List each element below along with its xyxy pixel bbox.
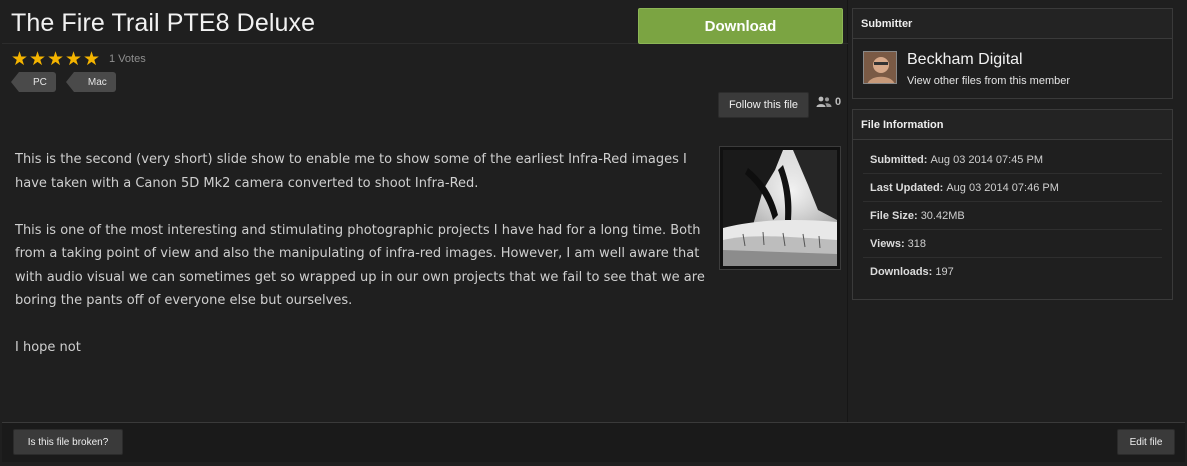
file-description: This is the second (very short) slide sh… [15, 148, 715, 383]
rating[interactable]: ★ ★ ★ ★ ★ 1 Votes [11, 50, 146, 69]
footer-bar [2, 422, 1185, 462]
page-title: The Fire Trail PTE8 Deluxe [11, 9, 316, 37]
info-value: 30.42MB [920, 209, 965, 222]
submitter-heading: Submitter [853, 9, 1172, 39]
star-icon[interactable]: ★ [83, 50, 101, 69]
info-label: Last Updated: [870, 181, 944, 194]
file-information-panel: File Information Submitted: Aug 03 2014 … [852, 109, 1173, 300]
report-broken-button[interactable]: Is this file broken? [13, 429, 123, 455]
infrared-tree-image [723, 150, 837, 266]
followers-number: 0 [835, 96, 842, 108]
user-group-icon [816, 96, 832, 107]
info-row-file-size: File Size: 30.42MB [863, 202, 1162, 230]
info-label: Submitted: [870, 153, 928, 166]
tag-mac[interactable]: Mac [65, 72, 116, 92]
info-row-submitted: Submitted: Aug 03 2014 07:45 PM [863, 146, 1162, 174]
view-other-files-link[interactable]: View other files from this member [907, 75, 1070, 87]
file-screenshot-thumbnail[interactable] [719, 146, 841, 270]
submitter-name[interactable]: Beckham Digital [907, 51, 1023, 69]
star-icon[interactable]: ★ [29, 50, 47, 69]
star-icon[interactable]: ★ [65, 50, 83, 69]
info-label: File Size: [870, 209, 918, 222]
star-icon[interactable]: ★ [11, 50, 29, 69]
submitter-panel: Submitter Beckham Digital View other fil… [852, 8, 1173, 99]
avatar[interactable] [863, 51, 897, 84]
info-value: Aug 03 2014 07:45 PM [930, 153, 1043, 166]
votes-count: 1 Votes [109, 53, 146, 65]
description-paragraph: I hope not [15, 340, 81, 355]
file-information-list: Submitted: Aug 03 2014 07:45 PM Last Upd… [853, 140, 1172, 286]
info-row-downloads: Downloads: 197 [863, 258, 1162, 286]
download-button[interactable]: Download [638, 8, 843, 44]
info-label: Views: [870, 237, 905, 250]
followers-count[interactable]: 0 [816, 96, 841, 108]
file-information-heading: File Information [853, 110, 1172, 140]
follow-button[interactable]: Follow this file [718, 92, 809, 118]
avatar-image [864, 52, 896, 83]
edit-file-button[interactable]: Edit file [1117, 429, 1175, 455]
submitter-body: Beckham Digital View other files from th… [853, 39, 1172, 99]
description-paragraph: This is one of the most interesting and … [15, 222, 705, 309]
description-paragraph: This is the second (very short) slide sh… [15, 152, 687, 191]
info-value: 318 [907, 237, 927, 250]
tag-list: PC Mac [11, 72, 126, 92]
info-value: 197 [935, 266, 954, 278]
info-value: Aug 03 2014 07:46 PM [946, 181, 1059, 194]
info-row-views: Views: 318 [863, 230, 1162, 258]
star-icon[interactable]: ★ [47, 50, 65, 69]
info-label: Downloads: [870, 266, 933, 278]
tag-pc[interactable]: PC [11, 72, 56, 92]
info-row-last-updated: Last Updated: Aug 03 2014 07:46 PM [863, 174, 1162, 202]
